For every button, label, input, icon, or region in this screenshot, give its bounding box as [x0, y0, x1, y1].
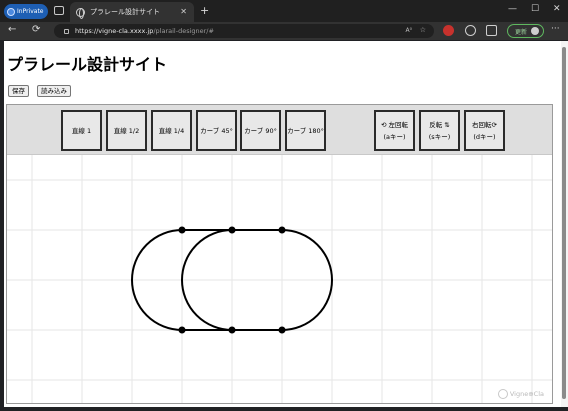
update-button[interactable]: 更新 [507, 24, 544, 38]
scrollbar-thumb[interactable] [562, 47, 566, 399]
piece-straight-1[interactable]: 直線 1 [61, 110, 102, 151]
piece-label: カーブ 180° [287, 126, 324, 135]
browser-tab[interactable]: プラレール設計サイト ✕ [70, 2, 194, 22]
rotate-right-button[interactable]: 右回転⟳ (dキー) [464, 110, 505, 151]
maximize-button[interactable]: ☐ [531, 4, 539, 14]
track-layout[interactable] [7, 155, 552, 403]
joint-dot[interactable] [228, 226, 236, 234]
piece-label: 直線 1/4 [158, 126, 185, 135]
tab-title: プラレール設計サイト [90, 8, 160, 16]
tab-close-icon[interactable]: ✕ [180, 7, 187, 16]
inprivate-label: InPrivate [17, 8, 44, 15]
read-aloud-icon[interactable]: A⁰ [405, 27, 412, 34]
layout-canvas[interactable]: Vigne⊕Cla [7, 155, 552, 403]
piece-label: カーブ 90° [244, 126, 277, 135]
url-host: https://vigne-cla.xxxx.jp [75, 27, 154, 35]
piece-curve-45[interactable]: カーブ 45° [196, 110, 237, 151]
save-button[interactable]: 保存 [8, 85, 29, 97]
flip-label: 反転 ⇅ [429, 120, 450, 129]
rotate-right-label: 右回転⟳ [472, 120, 497, 129]
piece-label: カーブ 45° [200, 126, 233, 135]
piece-label: 直線 1/2 [113, 126, 140, 135]
rotate-left-label: ⟲ 左回転 [380, 120, 408, 129]
update-label: 更新 [515, 28, 528, 36]
more-menu-button[interactable]: ··· [551, 24, 560, 34]
joint-dot[interactable] [228, 326, 236, 334]
joint-dot[interactable] [278, 326, 286, 334]
page-title: プラレール設計サイト [7, 55, 168, 74]
rotate-left-key: (aキー) [383, 132, 406, 141]
url-path: /plarail-designer/# [153, 27, 214, 35]
joint-dot[interactable] [178, 326, 186, 334]
page-viewport: プラレール設計サイト 保存 読み込み 直線 1 直線 1/2 直線 1/4 カー… [4, 41, 561, 407]
profile-avatar[interactable] [531, 27, 540, 35]
lock-icon[interactable] [64, 28, 69, 34]
piece-straight-half[interactable]: 直線 1/2 [106, 110, 147, 151]
collections-icon[interactable] [486, 25, 497, 36]
inprivate-icon [7, 7, 15, 16]
globe-icon [76, 7, 85, 19]
extension-icon-2[interactable] [465, 25, 476, 36]
url-field[interactable]: https://vigne-cla.xxxx.jp/plarail-design… [54, 24, 434, 38]
favorite-icon[interactable]: ☆ [420, 26, 426, 34]
rotate-left-button[interactable]: ⟲ 左回転 (aキー) [374, 110, 415, 151]
page-scrollbar[interactable] [561, 41, 568, 407]
address-bar-row: ← ⟳ https://vigne-cla.xxxx.jp/plarail-de… [0, 22, 568, 40]
close-window-button[interactable]: ✕ [553, 4, 561, 14]
flip-key: (sキー) [428, 132, 451, 141]
inprivate-badge[interactable]: InPrivate [4, 4, 48, 19]
piece-straight-quarter[interactable]: 直線 1/4 [151, 110, 192, 151]
extension-icon[interactable] [443, 25, 454, 36]
designer-panel: 直線 1 直線 1/2 直線 1/4 カーブ 45° カーブ 90° カーブ 1… [6, 104, 553, 404]
vigne-cla-logo-icon [497, 389, 508, 399]
flip-button[interactable]: 反転 ⇅ (sキー) [419, 110, 460, 151]
joint-dot[interactable] [278, 226, 286, 234]
piece-palette: 直線 1 直線 1/2 直線 1/4 カーブ 45° カーブ 90° カーブ 1… [7, 105, 552, 155]
piece-curve-90[interactable]: カーブ 90° [240, 110, 281, 151]
new-tab-button[interactable]: + [200, 4, 209, 17]
grid [7, 155, 552, 403]
piece-curve-180[interactable]: カーブ 180° [285, 110, 326, 151]
watermark-logo: Vigne⊕Cla [497, 389, 544, 399]
refresh-button[interactable]: ⟳ [32, 24, 40, 35]
rotate-right-key: (dキー) [473, 132, 496, 141]
tab-actions-icon[interactable] [54, 6, 64, 15]
load-button[interactable]: 読み込み [37, 85, 71, 97]
back-button[interactable]: ← [8, 24, 16, 35]
joint-dot[interactable] [178, 226, 186, 234]
watermark-text: Vigne⊕Cla [509, 390, 544, 398]
browser-tab-bar: InPrivate プラレール設計サイト ✕ + — ☐ ✕ [0, 0, 568, 22]
minimize-button[interactable]: — [508, 4, 517, 14]
piece-label: 直線 1 [71, 126, 92, 135]
